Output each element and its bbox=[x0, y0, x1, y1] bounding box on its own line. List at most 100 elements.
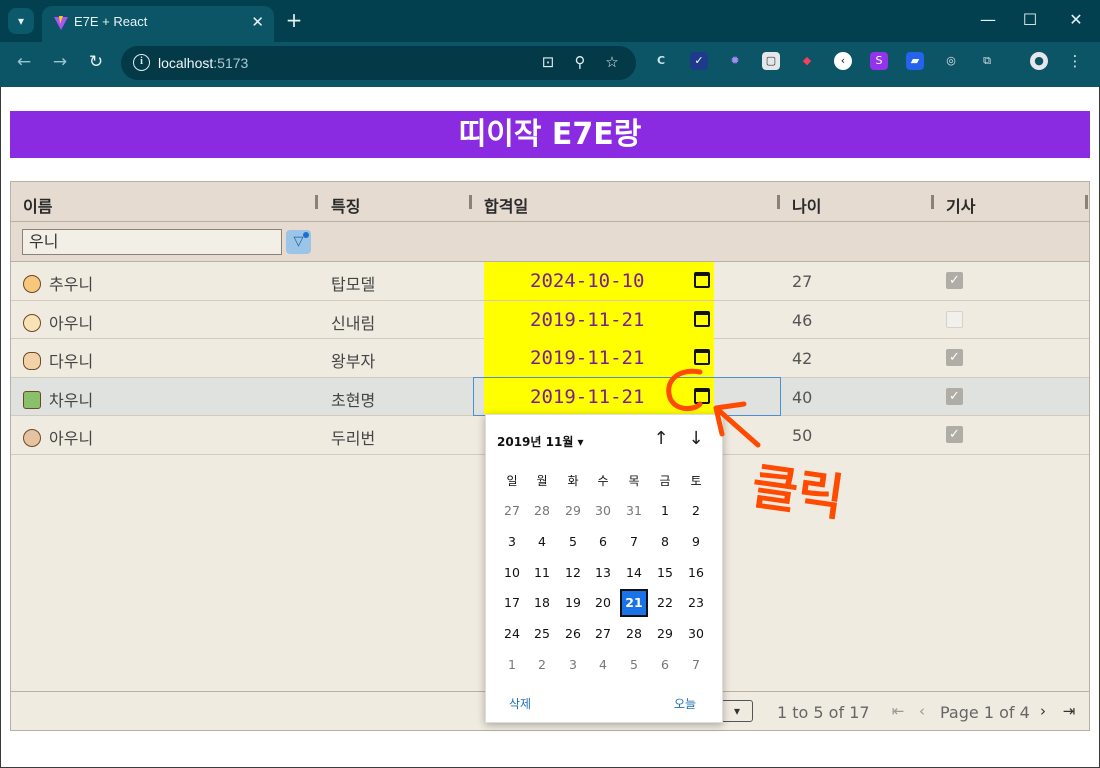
address-bar[interactable]: i localhost:5173 ⊡ ⚲ ☆ bbox=[121, 46, 636, 80]
bookmark-star-icon[interactable]: ☆ bbox=[602, 53, 622, 71]
calendar-day[interactable]: 5 bbox=[559, 528, 587, 556]
calendar-icon[interactable] bbox=[694, 310, 710, 327]
extension-tag-icon[interactable]: ▰ bbox=[906, 52, 924, 70]
calendar-day[interactable]: 5 bbox=[620, 651, 648, 679]
calendar-day[interactable]: 7 bbox=[620, 528, 648, 556]
filter-funnel-icon[interactable]: ▽ bbox=[286, 230, 311, 254]
extensions-puzzle-icon[interactable]: ⧉ bbox=[978, 52, 996, 70]
last-page-icon[interactable]: ⇥ bbox=[1061, 702, 1077, 720]
prev-month-arrow-icon[interactable]: ↑ bbox=[651, 428, 671, 449]
column-resize-handle[interactable] bbox=[1085, 195, 1088, 209]
calendar-day[interactable]: 4 bbox=[589, 651, 617, 679]
browser-menu-icon[interactable]: ⋮ bbox=[1066, 52, 1084, 70]
new-tab-icon[interactable]: + bbox=[284, 8, 304, 32]
clear-button[interactable]: 삭제 bbox=[509, 695, 531, 712]
calendar-day[interactable]: 28 bbox=[620, 620, 648, 648]
table-row[interactable]: 추우니 탑모델 2024-10-10 27 ✓ bbox=[11, 262, 1089, 301]
calendar-day[interactable]: 3 bbox=[498, 528, 526, 556]
feature-cell[interactable]: 두리번 bbox=[331, 425, 375, 449]
engineer-checkbox[interactable]: ✓ bbox=[946, 426, 963, 443]
column-header-engineer[interactable]: 기사 bbox=[946, 193, 975, 217]
zoom-icon[interactable]: ⚲ bbox=[570, 53, 590, 71]
column-header-age[interactable]: 나이 bbox=[792, 193, 821, 217]
calendar-day[interactable]: 4 bbox=[528, 528, 556, 556]
calendar-day[interactable]: 10 bbox=[498, 559, 526, 587]
calendar-day[interactable]: 17 bbox=[498, 589, 526, 617]
calendar-icon[interactable] bbox=[694, 272, 710, 288]
page-size-select[interactable]: ▾ bbox=[721, 700, 753, 722]
extension-square-icon[interactable]: ▢ bbox=[762, 52, 780, 70]
calendar-day[interactable]: 1 bbox=[498, 651, 526, 679]
translate-icon[interactable]: ⊡ bbox=[538, 53, 558, 71]
calendar-day[interactable]: 14 bbox=[620, 559, 648, 587]
extension-back-icon[interactable]: ‹ bbox=[834, 52, 852, 70]
minimize-button[interactable]: — bbox=[978, 10, 998, 29]
date-cell[interactable]: 2019-11-21 bbox=[484, 339, 714, 377]
calendar-icon[interactable] bbox=[694, 349, 710, 365]
first-page-icon[interactable]: ⇤ bbox=[890, 702, 906, 720]
age-cell[interactable]: 40 bbox=[792, 388, 812, 407]
name-cell[interactable]: 차우니 bbox=[23, 387, 93, 411]
feature-cell[interactable]: 초현명 bbox=[331, 387, 375, 411]
name-filter-input[interactable]: 우니 bbox=[22, 229, 282, 255]
calendar-day[interactable]: 20 bbox=[589, 589, 617, 617]
calendar-day[interactable]: 19 bbox=[559, 589, 587, 617]
calendar-day[interactable]: 24 bbox=[498, 620, 526, 648]
feature-cell[interactable]: 왕부자 bbox=[331, 348, 375, 372]
back-arrow-icon[interactable]: ← bbox=[12, 52, 36, 72]
calendar-day[interactable]: 30 bbox=[682, 620, 710, 648]
feature-cell[interactable]: 신내림 bbox=[331, 310, 375, 334]
column-header-name[interactable]: 이름 bbox=[23, 193, 52, 217]
column-header-date[interactable]: 합격일 bbox=[484, 193, 528, 217]
calendar-day[interactable]: 28 bbox=[528, 497, 556, 525]
age-cell[interactable]: 42 bbox=[792, 349, 812, 368]
calendar-day[interactable]: 31 bbox=[620, 497, 648, 525]
column-resize-handle[interactable] bbox=[315, 195, 318, 209]
engineer-checkbox[interactable]: ✓ bbox=[946, 272, 963, 289]
engineer-checkbox[interactable]: ✓ bbox=[946, 387, 963, 405]
extension-bird-icon[interactable]: ◆ bbox=[798, 52, 816, 70]
url-text[interactable]: localhost:5173 bbox=[158, 55, 248, 71]
table-row[interactable]: 아우니 신내림 2019-11-21 46 bbox=[11, 300, 1089, 339]
calendar-day[interactable]: 23 bbox=[682, 589, 710, 617]
calendar-day[interactable]: 8 bbox=[651, 528, 679, 556]
tab-search-button[interactable]: ▾ bbox=[8, 8, 34, 34]
calendar-day[interactable]: 25 bbox=[528, 620, 556, 648]
extension-check-icon[interactable]: ✓ bbox=[690, 52, 708, 70]
calendar-day[interactable]: 6 bbox=[651, 651, 679, 679]
browser-tab[interactable]: E7E + React ✕ bbox=[42, 6, 274, 42]
name-cell[interactable]: 추우니 bbox=[23, 271, 93, 295]
calendar-day[interactable]: 29 bbox=[559, 497, 587, 525]
calendar-day[interactable]: 26 bbox=[559, 620, 587, 648]
column-resize-handle[interactable] bbox=[931, 195, 934, 209]
age-cell[interactable]: 27 bbox=[792, 272, 812, 291]
column-resize-handle[interactable] bbox=[777, 195, 780, 209]
calendar-day[interactable]: 6 bbox=[589, 528, 617, 556]
calendar-day[interactable]: 29 bbox=[651, 620, 679, 648]
date-cell[interactable]: 2024-10-10 bbox=[484, 262, 714, 300]
calendar-day[interactable]: 11 bbox=[528, 559, 556, 587]
calendar-day[interactable]: 22 bbox=[651, 589, 679, 617]
extension-c-icon[interactable]: C bbox=[652, 52, 670, 70]
age-cell[interactable]: 46 bbox=[792, 311, 812, 330]
calendar-day[interactable]: 27 bbox=[589, 620, 617, 648]
next-month-arrow-icon[interactable]: ↓ bbox=[686, 428, 706, 449]
name-cell[interactable]: 아우니 bbox=[23, 425, 93, 449]
extension-target-icon[interactable]: ◎ bbox=[942, 52, 960, 70]
calendar-day[interactable]: 15 bbox=[651, 559, 679, 587]
maximize-button[interactable]: ☐ bbox=[1020, 10, 1040, 29]
calendar-day[interactable]: 9 bbox=[682, 528, 710, 556]
calendar-day[interactable]: 16 bbox=[682, 559, 710, 587]
extension-s-icon[interactable]: S bbox=[870, 52, 888, 70]
calendar-day[interactable]: 2 bbox=[528, 651, 556, 679]
close-window-button[interactable]: ✕ bbox=[1066, 10, 1086, 29]
column-header-feature[interactable]: 특징 bbox=[331, 193, 360, 217]
name-cell[interactable]: 아우니 bbox=[23, 310, 93, 334]
calendar-day[interactable]: 1 bbox=[651, 497, 679, 525]
date-cell[interactable]: 2019-11-21 bbox=[484, 300, 714, 339]
next-page-icon[interactable]: › bbox=[1035, 702, 1051, 720]
prev-page-icon[interactable]: ‹ bbox=[914, 702, 930, 720]
calendar-day[interactable]: 3 bbox=[559, 651, 587, 679]
calendar-day[interactable]: 18 bbox=[528, 589, 556, 617]
calendar-day[interactable]: 7 bbox=[682, 651, 710, 679]
